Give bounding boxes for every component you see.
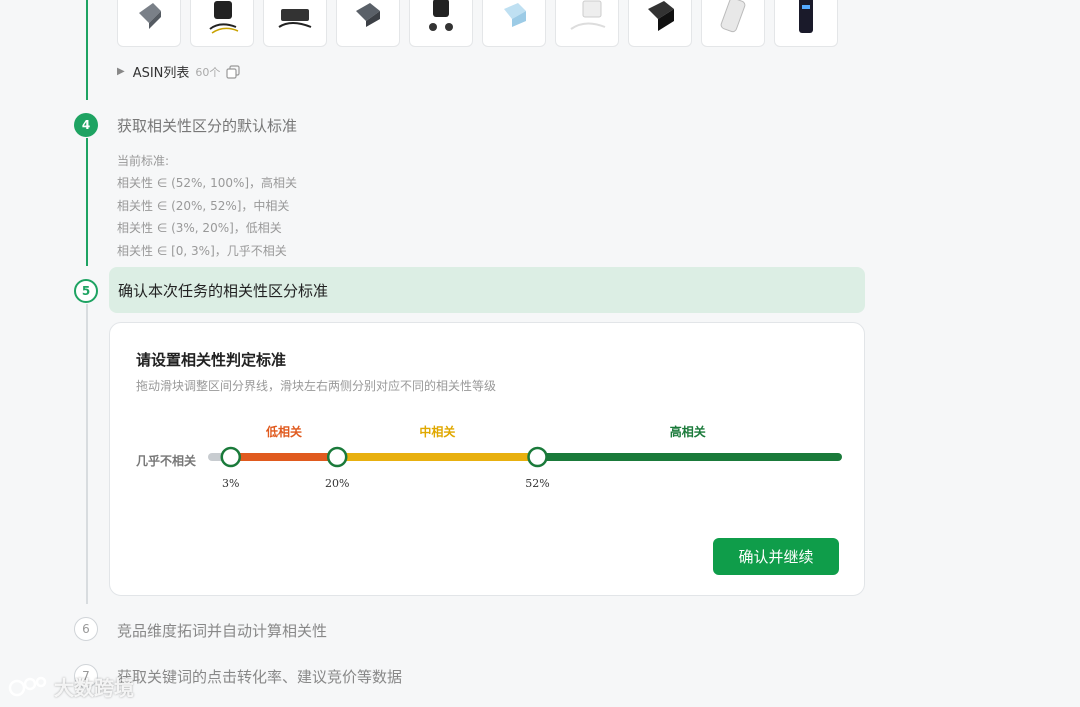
product-thumbnail[interactable]: [555, 0, 619, 47]
relevance-settings-card: 请设置相关性判定标准 拖动滑块调整区间分界线，滑块左右两侧分别对应不同的相关性等…: [109, 322, 865, 596]
product-thumbnail[interactable]: [701, 0, 765, 47]
watermark-text: 大数跨境: [54, 676, 134, 700]
charger-blue-icon: [504, 3, 526, 27]
travel-adapter-icon: [429, 0, 453, 31]
criteria-line: 相关性 ∈ [0, 3%]，几乎不相关: [117, 243, 287, 258]
product-thumbnail[interactable]: [336, 0, 400, 47]
product-thumbnail[interactable]: [409, 0, 473, 47]
product-thumbnail[interactable]: [628, 0, 692, 47]
product-thumbnail[interactable]: [190, 0, 254, 47]
step-4-indicator: 4: [74, 113, 98, 137]
step-5-indicator: 5: [74, 279, 98, 303]
step-7-title: 获取关键词的点击转化率、建议竞价等数据: [117, 668, 403, 686]
product-thumbnails: [117, 0, 838, 47]
criteria-line: 相关性 ∈ (3%, 20%]，低相关: [117, 221, 282, 236]
product-thumbnail[interactable]: [117, 0, 181, 47]
copy-icon[interactable]: [226, 64, 241, 79]
step-4-title: 获取相关性区分的默认标准: [117, 117, 298, 135]
product-thumbnail[interactable]: [482, 0, 546, 47]
power-bank-white-icon: [720, 0, 746, 33]
asin-list-label: ASIN列表: [132, 66, 190, 81]
slider-handle[interactable]: [220, 446, 242, 468]
threshold-label: 3%: [222, 477, 240, 490]
power-bank-black-icon: [799, 0, 813, 33]
step-6-title: 竞品维度拓词并自动计算相关性: [117, 622, 328, 640]
charger-black-icon: [648, 1, 674, 31]
expand-triangle-icon: ▶: [117, 66, 125, 77]
step-5-banner: 确认本次任务的相关性区分标准: [109, 267, 865, 313]
criteria-header: 当前标准:: [117, 154, 170, 168]
criteria-line: 相关性 ∈ (52%, 100%]，高相关: [117, 176, 298, 191]
confirm-continue-button[interactable]: 确认并继续: [713, 538, 839, 575]
threshold-label: 52%: [525, 477, 550, 490]
low-relevance-label: 低相关: [265, 425, 302, 439]
none-relevance-label: 几乎不相关: [136, 454, 197, 468]
product-thumbnail[interactable]: [774, 0, 838, 47]
slider-handle[interactable]: [527, 446, 548, 468]
timeline-line-completed: [86, 138, 88, 266]
charger-gray-icon: [139, 3, 161, 29]
timeline-line-pending: [86, 304, 88, 604]
step-6-indicator: 6: [74, 617, 98, 641]
asin-count: 60个: [195, 65, 221, 79]
watermark: 大数跨境: [8, 672, 134, 701]
mid-relevance-label: 中相关: [419, 425, 456, 439]
charger-white-kit-icon: [570, 0, 606, 30]
slider-handle[interactable]: [326, 446, 348, 468]
step-5-title: 确认本次任务的相关性区分标准: [118, 281, 329, 300]
current-criteria: 当前标准: 相关性 ∈ (52%, 100%]，高相关 相关性 ∈ (20%, …: [117, 150, 297, 262]
laptop-adapter-icon: [278, 9, 312, 28]
high-relevance-label: 高相关: [669, 425, 706, 439]
charger-black-cable-icon: [209, 1, 239, 34]
criteria-line: 相关性 ∈ (20%, 52%]，中相关: [117, 198, 290, 213]
threshold-label: 20%: [324, 477, 350, 490]
asin-list-toggle[interactable]: ▶ ASIN列表 60个: [117, 62, 241, 81]
product-thumbnail[interactable]: [263, 0, 327, 47]
watermark-logo-icon: [8, 676, 47, 696]
timeline-line-completed: [86, 0, 88, 100]
charger-dark-gray-icon: [356, 3, 380, 27]
